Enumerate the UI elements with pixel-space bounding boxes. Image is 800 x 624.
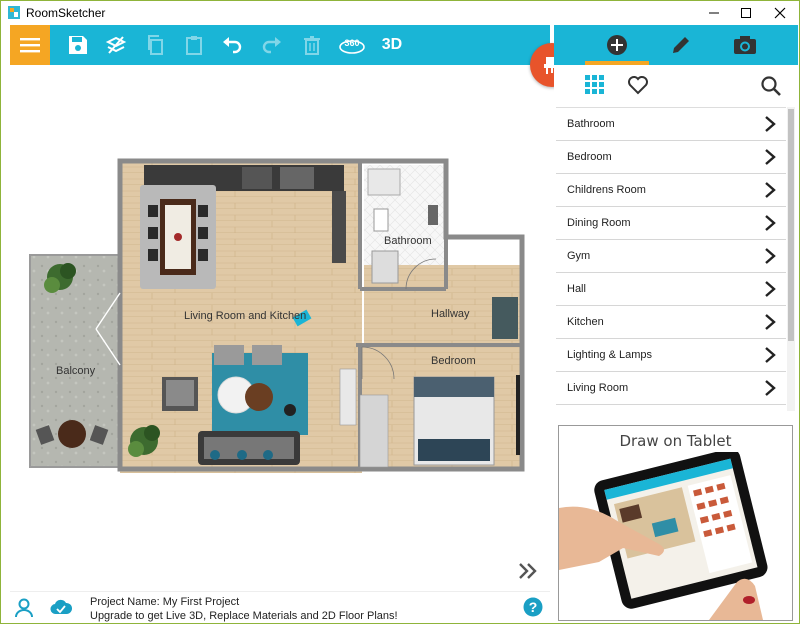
catalog-item-label: Living Room	[567, 382, 629, 394]
paste-button[interactable]	[178, 29, 210, 61]
window-title: RoomSketcher	[26, 6, 106, 20]
kitchen-side-counter	[332, 191, 346, 263]
chevron-right-icon	[765, 215, 776, 231]
chevron-right-icon	[765, 281, 776, 297]
hamburger-menu-icon	[20, 38, 40, 53]
redo-icon	[262, 37, 281, 54]
room-label-balcony: Balcony	[56, 365, 96, 377]
save-icon	[69, 36, 87, 54]
close-button[interactable]	[763, 1, 797, 25]
trash-icon	[304, 36, 320, 55]
catalog-item-dining-room[interactable]: Dining Room	[556, 207, 786, 240]
add-circle-icon	[607, 35, 627, 55]
camera-icon	[734, 36, 756, 54]
app-window: RoomSketcher 360 3D Living Room and Kitc…	[0, 0, 800, 624]
save-button[interactable]	[62, 29, 94, 61]
room-label-living: Living Room and Kitchen	[184, 310, 307, 322]
chevron-right-icon	[765, 182, 776, 198]
main-menu-button[interactable]	[10, 25, 50, 65]
floor-plan-drawing	[29, 158, 525, 473]
catalog-item-label: Lighting & Lamps	[567, 349, 652, 361]
pencil-icon	[673, 37, 689, 53]
catalog-item-bedroom[interactable]: Bedroom	[556, 141, 786, 174]
room-label-hallway: Hallway	[431, 308, 470, 320]
chevron-right-icon	[765, 248, 776, 264]
search-icon	[761, 76, 781, 96]
status-bar: Project Name: My First Project Upgrade t…	[10, 591, 550, 623]
redo-button[interactable]	[256, 29, 288, 61]
floor-plan-canvas[interactable]: Living Room and Kitchen Bathroom Hallway…	[10, 65, 550, 591]
catalog-item-label: Dining Room	[567, 217, 631, 229]
favorites-button[interactable]	[627, 75, 649, 97]
view-360-label: 360	[344, 38, 359, 48]
catalog-item-label: Bedroom	[567, 151, 612, 163]
room-label-bathroom: Bathroom	[384, 235, 432, 247]
catalog-item-living-room[interactable]: Living Room	[556, 372, 786, 405]
copy-button[interactable]	[140, 29, 172, 61]
draw-on-tablet-promo[interactable]: Draw on Tablet	[558, 425, 793, 621]
account-button[interactable]	[14, 598, 36, 620]
title-bar: RoomSketcher	[1, 1, 799, 25]
tab-add[interactable]	[585, 25, 649, 65]
chevron-right-icon	[765, 314, 776, 330]
close-icon	[774, 7, 786, 19]
grid-icon	[585, 75, 604, 94]
minimize-icon	[709, 12, 719, 14]
catalog-item-label: Bathroom	[567, 118, 615, 130]
heart-icon	[628, 76, 648, 95]
user-icon	[15, 598, 33, 618]
layers-button[interactable]	[100, 29, 132, 61]
catalog-item-lighting-lamps[interactable]: Lighting & Lamps	[556, 339, 786, 372]
catalog-item-bathroom[interactable]: Bathroom	[556, 108, 786, 141]
view-3d-button[interactable]: 3D	[374, 29, 410, 61]
catalog-item-label: Childrens Room	[567, 184, 646, 196]
tab-draw[interactable]	[649, 25, 713, 65]
minimize-button[interactable]	[697, 1, 731, 25]
undo-icon	[223, 37, 242, 54]
undo-button[interactable]	[216, 29, 248, 61]
catalog-item-kitchen[interactable]: Kitchen	[556, 306, 786, 339]
catalog-item-label: Hall	[567, 283, 586, 295]
panel-tabs	[554, 25, 798, 65]
view-360-icon: 360	[339, 38, 365, 54]
chevron-right-icon	[765, 149, 776, 165]
tab-camera[interactable]	[713, 25, 777, 65]
layers-icon	[105, 36, 127, 54]
tablet-illustration	[559, 452, 768, 620]
catalog-item-label: Kitchen	[567, 316, 604, 328]
status-text: Project Name: My First Project Upgrade t…	[90, 595, 398, 623]
help-button[interactable]: ?	[523, 597, 545, 619]
copy-icon	[148, 35, 163, 55]
cloud-sync-button[interactable]	[50, 598, 74, 620]
view-360-button[interactable]: 360	[334, 29, 370, 61]
delete-button[interactable]	[296, 29, 328, 61]
promo-title: Draw on Tablet	[619, 432, 732, 450]
maximize-button[interactable]	[729, 1, 763, 25]
app-logo-icon	[8, 6, 20, 19]
chevron-right-icon	[765, 380, 776, 396]
catalog-item-hall[interactable]: Hall	[556, 273, 786, 306]
search-button[interactable]	[760, 75, 782, 97]
catalog-toolbar	[554, 65, 798, 105]
double-chevron-right-icon	[519, 563, 537, 579]
clipboard-icon	[186, 36, 202, 55]
chevron-right-icon	[765, 116, 776, 132]
cloud-check-icon	[50, 599, 73, 615]
catalog-item-gym[interactable]: Gym	[556, 240, 786, 273]
main-toolbar: 360 3D	[10, 25, 550, 65]
expand-panel-button[interactable]	[516, 559, 540, 583]
upgrade-message[interactable]: Upgrade to get Live 3D, Replace Material…	[90, 609, 398, 623]
catalog-item-childrens-room[interactable]: Childrens Room	[556, 174, 786, 207]
catalog-list: Bathroom Bedroom Childrens Room Dining R…	[556, 107, 786, 411]
svg-text:?: ?	[529, 599, 538, 615]
room-label-bedroom: Bedroom	[431, 355, 476, 367]
catalog-item-label: Gym	[567, 250, 591, 262]
help-icon: ?	[523, 597, 543, 617]
chevron-right-icon	[765, 347, 776, 363]
view-3d-label: 3D	[381, 36, 403, 53]
grid-view-button[interactable]	[585, 75, 607, 97]
catalog-scrollbar-thumb[interactable]	[788, 109, 794, 341]
maximize-icon	[741, 8, 751, 18]
project-name: Project Name: My First Project	[90, 596, 240, 608]
